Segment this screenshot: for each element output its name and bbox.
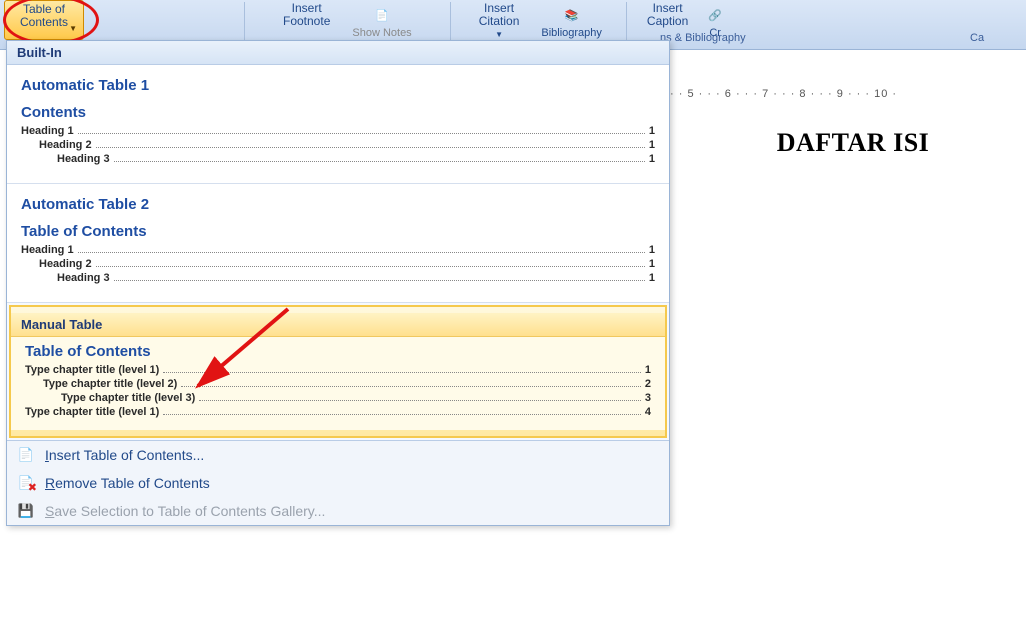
toc-preview-line: Type chapter title (level 1) 4 bbox=[25, 406, 651, 418]
gallery-item-title: Automatic Table 2 bbox=[21, 196, 655, 213]
table-of-contents-button[interactable]: Table of Contents ▼ bbox=[4, 0, 84, 40]
toc-preview-line: Heading 1 1 bbox=[21, 125, 655, 137]
toc-leader-dots bbox=[96, 139, 645, 148]
toc-leader-dots bbox=[96, 258, 645, 267]
toc-preview-line: Heading 2 1 bbox=[21, 139, 655, 151]
toc-leader-dots bbox=[114, 153, 645, 162]
notes-icon: 📄 bbox=[375, 10, 389, 23]
toc-preview-line: Type chapter title (level 3) 3 bbox=[25, 392, 651, 404]
toc-line-page: 1 bbox=[645, 364, 651, 376]
toc-preview-line: Heading 2 1 bbox=[21, 258, 655, 270]
gallery-item-auto-table-1[interactable]: Automatic Table 1 Contents Heading 1 1 H… bbox=[7, 65, 669, 184]
gallery-item-title: Manual Table bbox=[11, 313, 665, 337]
toc-line-page: 1 bbox=[649, 139, 655, 151]
gallery-item-subtitle: Contents bbox=[21, 104, 655, 121]
toc-preview-line: Heading 3 1 bbox=[21, 272, 655, 284]
toc-leader-dots bbox=[181, 378, 641, 387]
insert-toc-label: Insert Table of Contents... bbox=[45, 447, 204, 463]
toc-preview-line: Type chapter title (level 1) 1 bbox=[25, 364, 651, 376]
toc-line-label: Type chapter title (level 3) bbox=[61, 392, 195, 404]
document-page: DAFTAR ISI bbox=[680, 110, 1026, 630]
ribbon-group-citations-label: ns & Bibliography bbox=[660, 32, 746, 44]
save-selection-menu-item: 💾 Save Selection to Table of Contents Ga… bbox=[7, 497, 669, 525]
toc-line-page: 1 bbox=[649, 125, 655, 137]
save-selection-label: Save Selection to Table of Contents Gall… bbox=[45, 503, 325, 519]
toc-line-label: Heading 2 bbox=[39, 139, 92, 151]
toc-line-page: 1 bbox=[649, 258, 655, 270]
insert-citation-label: Insert Citation bbox=[479, 2, 520, 28]
link-icon: 🔗 bbox=[708, 10, 722, 23]
toc-line-label: Heading 1 bbox=[21, 125, 74, 137]
toc-line-label: Heading 3 bbox=[57, 272, 110, 284]
toc-line-label: Type chapter title (level 1) bbox=[25, 364, 159, 376]
gallery-item-subtitle: Table of Contents bbox=[25, 343, 651, 360]
toc-preview-line: Heading 1 1 bbox=[21, 244, 655, 256]
gallery-item-auto-table-2[interactable]: Automatic Table 2 Table of Contents Head… bbox=[7, 184, 669, 303]
toc-preview-line: Heading 3 1 bbox=[21, 153, 655, 165]
toc-preview-line: Type chapter title (level 2) 2 bbox=[25, 378, 651, 390]
toc-button-label: Table of Contents bbox=[20, 3, 68, 29]
toc-leader-dots bbox=[78, 244, 645, 253]
toc-leader-dots bbox=[163, 364, 641, 373]
remove-toc-menu-item[interactable]: 📄✖ Remove Table of Contents bbox=[7, 469, 669, 497]
document-title: DAFTAR ISI bbox=[680, 128, 1026, 158]
ribbon-group-captions-label: Ca bbox=[970, 32, 984, 44]
insert-footnote-label: Insert Footnote bbox=[283, 2, 330, 28]
toc-leader-dots bbox=[78, 125, 645, 134]
gallery-section-header: Built-In bbox=[7, 41, 669, 65]
gallery-item-manual-table[interactable]: Manual Table Table of Contents Type chap… bbox=[9, 305, 667, 438]
toc-leader-dots bbox=[199, 392, 641, 401]
toc-line-page: 4 bbox=[645, 406, 651, 418]
toc-leader-dots bbox=[114, 272, 645, 281]
document-icon: 📄 bbox=[17, 446, 35, 464]
toc-line-label: Heading 2 bbox=[39, 258, 92, 270]
toc-line-label: Heading 3 bbox=[57, 153, 110, 165]
horizontal-ruler: · · 5 · · · 6 · · · 7 · · · 8 · · · 9 · … bbox=[670, 88, 1026, 108]
toc-leader-dots bbox=[163, 406, 641, 415]
bibliography-label: Bibliography bbox=[541, 27, 602, 40]
ruler-ticks: · · 5 · · · 6 · · · 7 · · · 8 · · · 9 · … bbox=[670, 88, 897, 100]
toc-line-page: 1 bbox=[649, 272, 655, 284]
gallery-footer: 📄 Insert Table of Contents... 📄✖ Remove … bbox=[7, 440, 669, 525]
toc-line-label: Heading 1 bbox=[21, 244, 74, 256]
remove-toc-label: Remove Table of Contents bbox=[45, 475, 210, 491]
toc-line-label: Type chapter title (level 1) bbox=[25, 406, 159, 418]
show-notes-button[interactable]: 📄 Show Notes bbox=[344, 8, 419, 40]
toc-line-page: 3 bbox=[645, 392, 651, 404]
toc-line-page: 1 bbox=[649, 153, 655, 165]
save-icon: 💾 bbox=[17, 502, 35, 520]
gallery-item-title: Automatic Table 1 bbox=[21, 77, 655, 94]
insert-caption-label: Insert Caption bbox=[647, 2, 688, 28]
insert-toc-menu-item[interactable]: 📄 Insert Table of Contents... bbox=[7, 441, 669, 469]
show-notes-label: Show Notes bbox=[352, 27, 411, 40]
toc-gallery-dropdown: Built-In Automatic Table 1 Contents Head… bbox=[6, 40, 670, 526]
gallery-item-subtitle: Table of Contents bbox=[21, 223, 655, 240]
toc-line-page: 1 bbox=[649, 244, 655, 256]
book-icon: 📚 bbox=[565, 10, 579, 23]
dropdown-arrow-icon: ▼ bbox=[69, 22, 77, 35]
toc-line-page: 2 bbox=[645, 378, 651, 390]
remove-icon: 📄✖ bbox=[17, 474, 35, 492]
toc-line-label: Type chapter title (level 2) bbox=[43, 378, 177, 390]
